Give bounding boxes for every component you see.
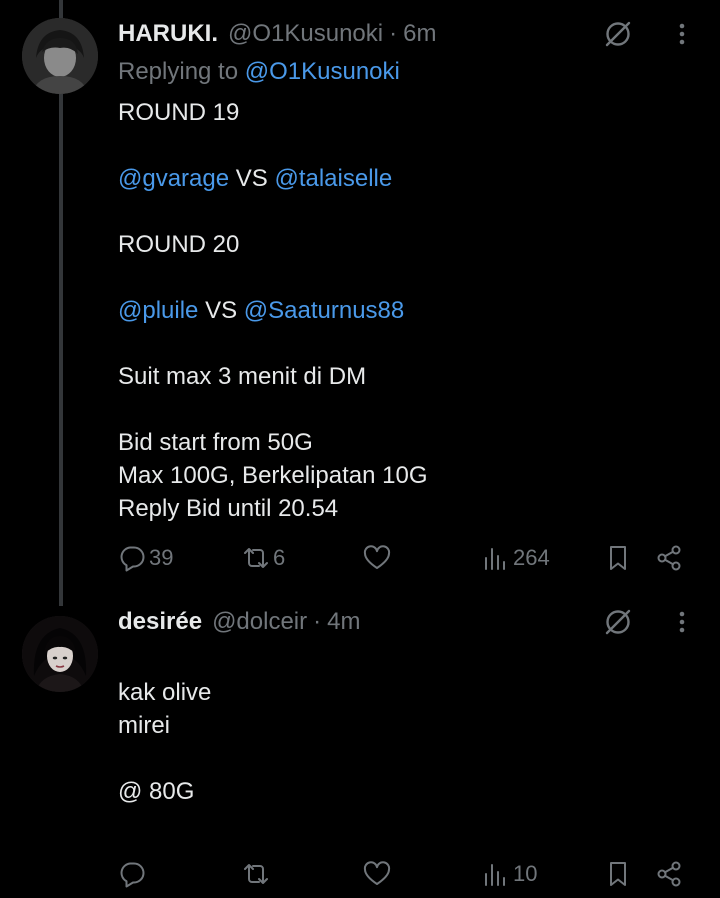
action-bar: 10 [0, 854, 720, 894]
timestamp[interactable]: 6m [403, 20, 436, 48]
views-button[interactable]: 10 [481, 854, 537, 894]
timestamp[interactable]: 4m [327, 608, 360, 636]
heart-icon [363, 861, 391, 885]
reply-count: 39 [149, 545, 174, 570]
tweet-text: kak olive mirei @ 80G [118, 676, 211, 808]
tweet-haruki[interactable]: HARUKI. @O1Kusunoki · 6m Replying to @O1… [0, 0, 720, 600]
author-handle[interactable]: @dolceir [212, 608, 307, 636]
reply-button[interactable] [117, 854, 149, 894]
repost-count: 6 [273, 545, 286, 570]
share-button[interactable] [654, 538, 684, 578]
tweet-header: desirée @dolceir · 4m [118, 606, 360, 638]
text-line: Bid start from 50G [118, 429, 313, 456]
bookmark-button[interactable] [603, 538, 633, 578]
avatar-image [22, 616, 98, 692]
repost-icon [244, 864, 268, 884]
more-dots-icon[interactable] [668, 16, 696, 52]
avatar[interactable] [22, 616, 98, 692]
bookmark-button[interactable] [603, 854, 633, 894]
action-bar: 39 6 264 [0, 538, 720, 578]
text-line: ROUND 20 [118, 231, 240, 258]
avatar[interactable] [22, 18, 98, 94]
more-dots-icon[interactable] [668, 604, 696, 640]
bookmark-icon [610, 862, 626, 886]
vs-text: VS [229, 165, 275, 192]
views-chart-icon [485, 548, 505, 570]
separator-dot: · [313, 608, 322, 635]
avatar-image [22, 18, 98, 94]
tweet-text: ROUND 19 @gvarage VS @talaiselle ROUND 2… [118, 96, 428, 525]
grok-icon[interactable] [600, 16, 636, 52]
vs-text: VS [198, 297, 244, 324]
replying-to: Replying to @O1Kusunoki [118, 58, 400, 86]
text-line-matchup: @pluile VS @Saaturnus88 [118, 294, 428, 327]
replying-to-label: Replying to [118, 58, 239, 85]
text-line: mirei [118, 712, 170, 739]
text-line: kak olive [118, 679, 212, 706]
tweet-desiree[interactable]: desirée @dolceir · 4m kak olive mirei @ … [0, 600, 720, 898]
repost-button[interactable]: 6 [241, 538, 285, 578]
author-name[interactable]: HARUKI. [118, 20, 218, 48]
like-button[interactable] [362, 538, 394, 578]
mention-link[interactable]: @talaiselle [274, 165, 392, 192]
views-chart-icon [485, 864, 505, 886]
bookmark-icon [610, 546, 626, 570]
reply-icon [120, 546, 145, 572]
text-line: Reply Bid until 20.54 [118, 495, 339, 522]
repost-icon [244, 548, 268, 568]
author-name[interactable]: desirée [118, 608, 202, 636]
heart-icon [363, 545, 391, 569]
text-line: Suit max 3 menit di DM [118, 363, 367, 390]
text-line: Max 100G, Berkelipatan 10G [118, 462, 428, 489]
views-count: 264 [513, 545, 550, 570]
views-count: 10 [513, 861, 538, 886]
author-handle[interactable]: @O1Kusunoki [228, 20, 383, 48]
mention-link[interactable]: @gvarage [118, 165, 229, 192]
share-icon [657, 861, 681, 887]
mention-link[interactable]: @pluile [118, 297, 198, 324]
reply-icon [120, 862, 145, 888]
text-line: ROUND 19 [118, 99, 240, 126]
separator-dot: · [389, 20, 398, 47]
share-button[interactable] [654, 854, 684, 894]
share-icon [657, 545, 681, 571]
grok-icon[interactable] [600, 604, 636, 640]
text-line-matchup: @gvarage VS @talaiselle [118, 162, 428, 195]
replying-to-mention[interactable]: @O1Kusunoki [245, 58, 400, 85]
reply-button[interactable]: 39 [117, 538, 173, 578]
repost-button[interactable] [241, 854, 273, 894]
like-button[interactable] [362, 854, 394, 894]
tweet-header: HARUKI. @O1Kusunoki · 6m [118, 18, 436, 50]
mention-link[interactable]: @Saaturnus88 [244, 297, 404, 324]
views-button[interactable]: 264 [481, 538, 550, 578]
text-line: @ 80G [118, 778, 195, 805]
